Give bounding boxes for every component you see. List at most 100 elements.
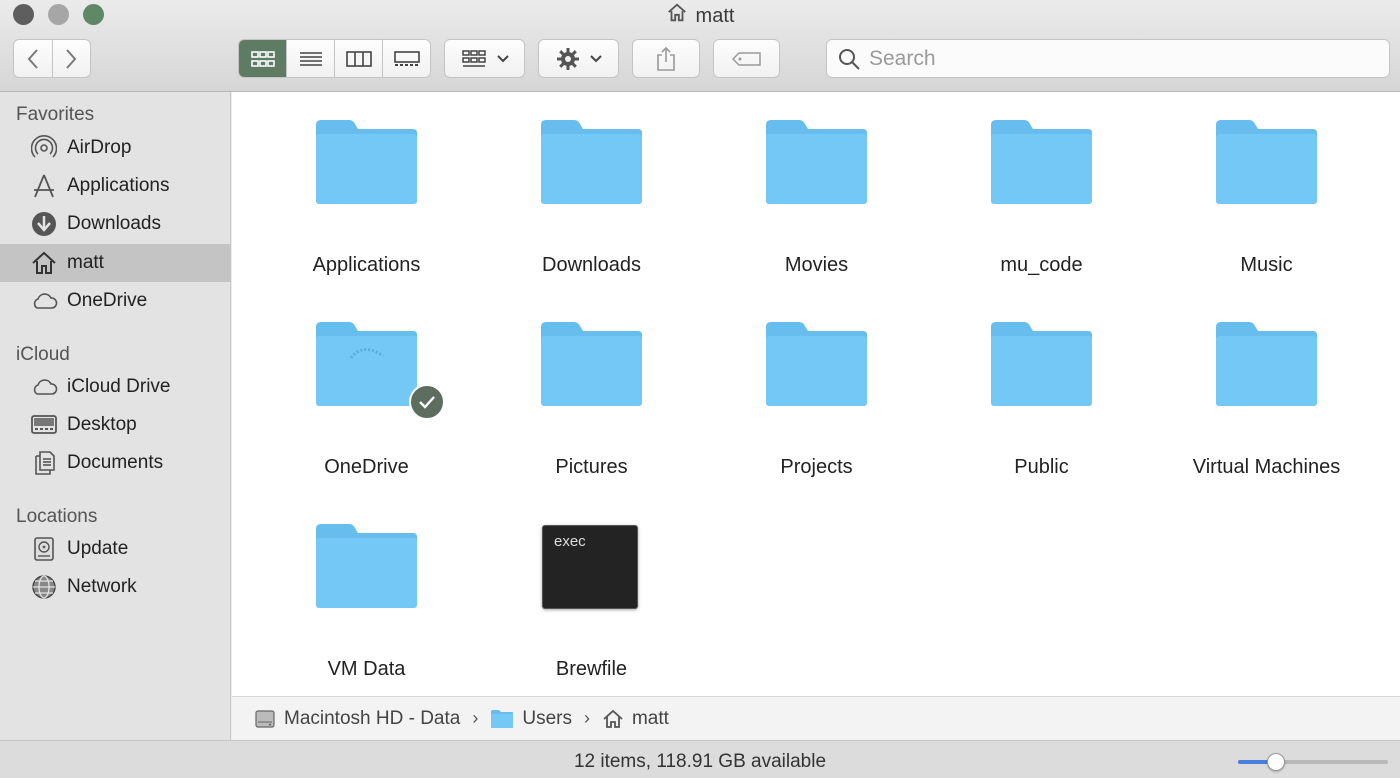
sidebar-item-network[interactable]: Network xyxy=(0,568,231,606)
folder-item[interactable]: VM Data xyxy=(254,522,479,692)
search-field[interactable] xyxy=(826,39,1390,78)
chevron-left-icon xyxy=(27,48,38,69)
action-menu-button[interactable] xyxy=(538,39,619,78)
title-bar: matt xyxy=(0,0,1400,92)
share-button[interactable] xyxy=(632,39,700,78)
sidebar-item-airdrop[interactable]: AirDrop xyxy=(0,129,231,167)
file-item[interactable]: exec Brewfile xyxy=(479,522,704,692)
icon-view-button[interactable] xyxy=(239,40,286,77)
sidebar-item-downloads[interactable]: Downloads xyxy=(0,205,231,243)
path-crumb-label: matt xyxy=(631,707,669,729)
icon-view-icon xyxy=(250,50,275,67)
sidebar-item-documents[interactable]: Documents xyxy=(0,444,231,482)
sidebar-item-desktop[interactable]: Desktop xyxy=(0,406,231,444)
chevron-down-icon xyxy=(496,54,509,62)
folder-icon xyxy=(541,120,642,204)
sidebar-item-matt[interactable]: matt xyxy=(0,244,231,282)
folder-item[interactable]: Applications xyxy=(254,118,479,288)
path-crumb-matt[interactable]: matt xyxy=(602,708,669,730)
file-name: mu_code xyxy=(1000,254,1083,276)
sidebar-item-label: Applications xyxy=(67,175,170,196)
cloud-icon xyxy=(30,373,58,401)
home-icon xyxy=(30,249,58,277)
path-crumb-label: Users xyxy=(522,707,572,729)
sidebar-item-label: Update xyxy=(67,538,129,559)
cloud-icon xyxy=(30,287,58,315)
gear-icon xyxy=(556,47,579,70)
sidebar-item-label: Desktop xyxy=(67,414,137,435)
file-name: OneDrive xyxy=(324,456,409,478)
window-title-text: matt xyxy=(695,4,735,27)
sidebar-item-applications[interactable]: Applications xyxy=(0,167,231,205)
folder-item[interactable]: Public xyxy=(929,320,1154,490)
navigation-buttons xyxy=(13,39,91,78)
file-name: Applications xyxy=(312,254,421,276)
group-by-icon xyxy=(461,49,486,67)
chevron-right-icon xyxy=(66,48,77,69)
window-title: matt xyxy=(0,2,1400,30)
network-icon xyxy=(30,573,58,601)
folder-item[interactable]: Projects xyxy=(704,320,929,490)
disk-icon xyxy=(30,535,58,563)
sidebar-header-locations: Locations xyxy=(16,506,98,527)
folder-item[interactable]: OneDrive xyxy=(254,320,479,490)
executable-icon: exec xyxy=(542,525,638,609)
disk-icon xyxy=(255,709,275,728)
folder-item[interactable]: mu_code xyxy=(929,118,1154,288)
documents-icon xyxy=(30,449,58,477)
path-crumb-macintosh-hd[interactable]: Macintosh HD - Data xyxy=(254,708,460,730)
group-by-button[interactable] xyxy=(444,39,525,78)
gallery-view-button[interactable] xyxy=(382,40,430,77)
sidebar-header-favorites: Favorites xyxy=(16,104,95,125)
gallery-view-icon xyxy=(393,50,420,66)
file-name: Pictures xyxy=(555,456,628,478)
sidebar-item-icloud-drive[interactable]: iCloud Drive xyxy=(0,368,231,406)
folder-icon xyxy=(1216,120,1317,204)
sidebar-header-icloud: iCloud xyxy=(16,344,70,365)
checkmark-icon xyxy=(419,396,435,409)
file-name: Virtual Machines xyxy=(1192,456,1341,478)
back-button[interactable] xyxy=(14,40,52,77)
folder-icon xyxy=(766,322,867,406)
sidebar-item-update[interactable]: Update xyxy=(0,530,231,568)
folder-icon xyxy=(541,322,642,406)
sidebar-item-onedrive[interactable]: OneDrive xyxy=(0,282,231,320)
tag-icon xyxy=(731,51,761,66)
folder-icon xyxy=(491,709,514,728)
icon-size-slider[interactable] xyxy=(1238,753,1388,771)
folder-item[interactable]: Virtual Machines xyxy=(1154,320,1379,490)
forward-button[interactable] xyxy=(51,40,91,77)
sidebar: Favorites AirDrop Applications Downloads… xyxy=(0,92,231,740)
list-view-button[interactable] xyxy=(286,40,334,77)
tag-button[interactable] xyxy=(713,39,780,78)
column-view-icon xyxy=(345,50,372,67)
folder-item[interactable]: Pictures xyxy=(479,320,704,490)
column-view-button[interactable] xyxy=(334,40,382,77)
search-icon xyxy=(839,48,860,70)
status-text: 12 items, 118.91 GB available xyxy=(573,751,827,772)
sidebar-item-label: Downloads xyxy=(67,213,161,234)
path-bar: Macintosh HD - Data › Users › matt xyxy=(232,696,1400,740)
path-separator: › xyxy=(472,708,479,728)
folder-item[interactable]: Movies xyxy=(704,118,929,288)
path-crumb-users[interactable]: Users xyxy=(490,708,572,730)
chevron-down-icon xyxy=(589,54,602,62)
file-name: Movies xyxy=(784,254,849,276)
share-icon xyxy=(657,46,675,71)
downloads-icon xyxy=(30,210,58,238)
sidebar-item-label: matt xyxy=(67,252,104,273)
status-bar: 12 items, 118.91 GB available xyxy=(0,740,1400,778)
sidebar-item-label: AirDrop xyxy=(67,137,132,158)
folder-icon xyxy=(316,120,417,204)
file-name: Public xyxy=(1014,456,1069,478)
sidebar-item-label: Documents xyxy=(67,452,164,473)
file-name: Downloads xyxy=(542,254,641,276)
slider-knob[interactable] xyxy=(1266,753,1285,771)
path-crumb-label: Macintosh HD - Data xyxy=(284,707,461,729)
search-input[interactable] xyxy=(869,46,1369,71)
sidebar-item-label: OneDrive xyxy=(67,290,148,311)
folder-item[interactable]: Music xyxy=(1154,118,1379,288)
home-icon xyxy=(666,2,688,30)
folder-item[interactable]: Downloads xyxy=(479,118,704,288)
sidebar-item-label: Network xyxy=(67,576,137,597)
